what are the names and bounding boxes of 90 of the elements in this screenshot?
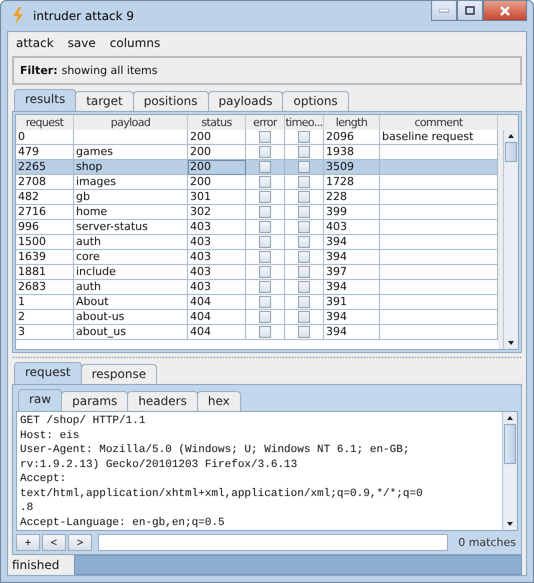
request-line: .8 xyxy=(20,501,34,516)
filter-text: showing all items xyxy=(62,64,158,77)
search-button[interactable]: < xyxy=(42,534,66,551)
checkbox[interactable] xyxy=(298,221,310,233)
table-row[interactable]: 996 server-status 403 403 xyxy=(16,220,498,235)
lightning-icon xyxy=(11,7,25,25)
window-title: intruder attack 9 xyxy=(33,9,134,23)
checkbox[interactable] xyxy=(259,146,271,158)
raw-text-area[interactable] xyxy=(16,411,518,531)
tab[interactable]: options xyxy=(282,91,349,111)
table-row[interactable]: 2716 home 302 399 xyxy=(16,205,498,220)
scrollbar[interactable] xyxy=(502,412,517,530)
table-row[interactable]: 3 about_us 404 394 xyxy=(16,325,498,340)
checkbox[interactable] xyxy=(298,296,310,308)
tab[interactable]: params xyxy=(61,391,128,411)
checkbox[interactable] xyxy=(298,326,310,338)
close-icon xyxy=(499,6,511,16)
table-cell: 394 xyxy=(324,325,380,340)
table-cell: 3 xyxy=(16,325,74,340)
request-line: Accept-Language: en-gb,en;q=0.5 xyxy=(20,516,226,530)
request-line: rv:1.9.2.13) Gecko/20101203 Firefox/3.6.13 xyxy=(20,458,298,472)
tab[interactable]: headers xyxy=(127,391,198,411)
checkbox[interactable] xyxy=(259,176,271,188)
checkbox[interactable] xyxy=(298,251,310,263)
checkbox[interactable] xyxy=(298,281,310,293)
checkbox[interactable] xyxy=(298,266,310,278)
checkbox[interactable] xyxy=(259,161,271,173)
filter-bar[interactable]: Filter: showing all items xyxy=(12,56,522,85)
tab[interactable]: request xyxy=(14,362,82,384)
search-button[interactable]: > xyxy=(68,534,92,551)
checkbox[interactable] xyxy=(298,131,310,143)
request-line: text/html,application/xhtml+xml,application/xml;q=0.9,*/*;q=0 xyxy=(20,486,424,501)
minimize-button[interactable] xyxy=(431,1,457,21)
search-field[interactable] xyxy=(98,534,448,551)
request-line: User-Agent: Mozilla/5.0 (Windows; U; Windows NT 6.1; en-GB; xyxy=(20,443,410,458)
splitter[interactable] xyxy=(12,356,522,359)
table-cell: 404 xyxy=(188,325,246,340)
minimize-icon xyxy=(439,8,449,12)
close-button[interactable] xyxy=(483,1,527,21)
table-row[interactable]: 2708 images 200 1728 xyxy=(16,175,498,190)
checkbox[interactable] xyxy=(298,206,310,218)
request-line: Host: eis xyxy=(20,428,80,443)
table-cell: 200 xyxy=(188,160,246,175)
checkbox[interactable] xyxy=(259,266,271,278)
checkbox[interactable] xyxy=(259,206,271,218)
checkbox[interactable] xyxy=(259,251,271,263)
search-button[interactable]: + xyxy=(16,534,40,551)
table-row[interactable]: 1 About 404 391 xyxy=(16,295,498,310)
tab[interactable]: hex xyxy=(196,391,241,411)
checkbox[interactable] xyxy=(298,191,310,203)
checkbox[interactable] xyxy=(298,236,310,248)
menu-item[interactable]: save xyxy=(68,36,96,50)
scrollbar[interactable] xyxy=(503,130,518,349)
checkbox[interactable] xyxy=(259,131,271,143)
checkbox[interactable] xyxy=(298,176,310,188)
tab[interactable]: response xyxy=(80,364,158,384)
checkbox[interactable] xyxy=(259,221,271,233)
table-row[interactable]: 482 gb 301 228 xyxy=(16,190,498,205)
checkbox[interactable] xyxy=(259,191,271,203)
scroll-thumb[interactable] xyxy=(505,142,517,162)
table-cell: about_us xyxy=(74,325,188,340)
tab[interactable]: raw xyxy=(18,389,62,411)
checkbox[interactable] xyxy=(298,146,310,158)
maximize-button[interactable] xyxy=(457,1,483,21)
checkbox[interactable] xyxy=(259,326,271,338)
status-text: finished xyxy=(12,558,60,572)
table-row[interactable]: 479 games 200 1938 xyxy=(16,145,498,160)
menu-item[interactable]: attack xyxy=(16,36,54,50)
scroll-thumb[interactable] xyxy=(504,424,516,464)
table-row[interactable]: 2265 shop 200 3509 xyxy=(16,160,498,175)
table-row[interactable]: 2 about-us 404 394 xyxy=(16,310,498,325)
checkbox[interactable] xyxy=(259,281,271,293)
match-count: 0 matches xyxy=(457,536,517,549)
table-row[interactable]: 0 200 2096 baseline request xyxy=(16,130,498,145)
maximize-icon xyxy=(465,6,475,15)
checkbox[interactable] xyxy=(298,161,310,173)
menu-item[interactable]: columns xyxy=(110,36,160,50)
request-line: GET /shop/ HTTP/1.1 xyxy=(20,414,146,428)
table-row[interactable]: 2683 auth 403 394 xyxy=(16,280,498,295)
request-line: Accept: xyxy=(20,472,68,486)
table-cell: 200 xyxy=(188,145,246,160)
filter-label: Filter: xyxy=(20,64,58,77)
tab[interactable]: results xyxy=(14,89,76,111)
checkbox[interactable] xyxy=(259,311,271,323)
table-row[interactable]: 1881 include 403 397 xyxy=(16,265,498,280)
table-row[interactable]: 1639 core 403 394 xyxy=(16,250,498,265)
table-row[interactable]: 1500 auth 403 394 xyxy=(16,235,498,250)
checkbox[interactable] xyxy=(259,236,271,248)
checkbox[interactable] xyxy=(259,296,271,308)
checkbox[interactable] xyxy=(298,311,310,323)
